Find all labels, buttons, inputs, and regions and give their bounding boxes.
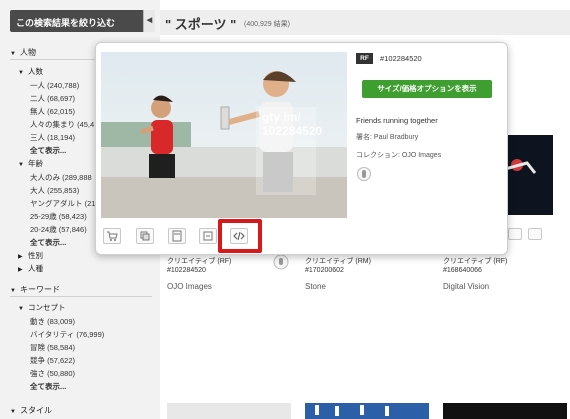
filter-item[interactable]: 20-24歳 (57,846) — [30, 224, 87, 235]
copy-icon[interactable] — [136, 228, 154, 244]
divider — [10, 296, 152, 297]
filter-item[interactable]: 強さ (50,880) — [30, 368, 75, 379]
filter-item[interactable]: 25-29歳 (58,423) — [30, 211, 87, 222]
caret-down-icon: ▼ — [10, 288, 16, 294]
result-type: クリエイティブ (RF) — [443, 258, 508, 265]
filter-item[interactable]: バイタリティ (76,999) — [30, 329, 104, 340]
result-count: (400,929 結果) — [244, 21, 290, 28]
filter-item[interactable]: 競争 (57,622) — [30, 355, 75, 366]
result-thumbnail[interactable] — [305, 403, 429, 419]
subsection-race[interactable]: ▶ 人種 — [18, 263, 43, 274]
caret-right-icon: ▶ — [18, 254, 23, 260]
caret-down-icon: ▼ — [18, 162, 24, 168]
filter-item[interactable]: ヤングアダルト (21 — [30, 198, 95, 209]
result-source[interactable]: OJO Images — [167, 282, 212, 291]
filter-item[interactable]: 冒険 (58,584) — [30, 342, 75, 353]
resize-icon[interactable] — [199, 228, 217, 244]
result-source[interactable]: Digital Vision — [443, 282, 489, 291]
save-icon[interactable] — [273, 254, 289, 270]
image-credit: 署名: Paul Bradbury — [356, 134, 419, 141]
filter-item[interactable]: 動き (83,009) — [30, 316, 75, 327]
filter-item[interactable]: 一人 (240,788) — [30, 80, 79, 91]
subsection-people-count[interactable]: ▼ 人数 — [18, 66, 43, 77]
filter-item[interactable]: 二人 (68,697) — [30, 93, 75, 104]
sidebar-header[interactable]: この検索結果を絞り込む ◀ — [10, 10, 155, 32]
caret-down-icon: ▼ — [18, 70, 24, 76]
subsection-concept[interactable]: ▼ コンセプト — [18, 302, 66, 313]
image-id: #102284520 — [380, 54, 422, 63]
caret-down-icon: ▼ — [10, 409, 16, 415]
caret-down-icon: ▼ — [10, 51, 16, 57]
calculator-icon[interactable] — [508, 228, 522, 240]
show-all-link[interactable]: 全て表示... — [30, 381, 66, 392]
filter-item[interactable]: 人々の集まり (45,4 — [30, 119, 94, 130]
result-thumbnail[interactable] — [167, 403, 291, 419]
section-keyword[interactable]: ▼ キーワード — [10, 284, 152, 295]
watermark: gty im/ 102284520 — [262, 110, 323, 138]
subsection-age[interactable]: ▼ 年齢 — [18, 158, 43, 169]
result-id: #168640066 — [443, 267, 482, 274]
chevron-left-icon[interactable]: ◀ — [143, 10, 155, 32]
section-style[interactable]: ▼ スタイル — [10, 405, 152, 416]
sidebar-header-label: この検索結果を絞り込む — [16, 18, 116, 28]
result-source[interactable]: Stone — [305, 282, 326, 291]
collection-link[interactable]: OJO Images — [402, 152, 441, 159]
cart-add-icon[interactable] — [103, 228, 121, 244]
filter-item[interactable]: 無人 (62,015) — [30, 106, 75, 117]
image-caption: Friends running together — [356, 116, 438, 125]
embed-button-highlight — [218, 219, 262, 253]
result-type: クリエイティブ (RF) — [167, 258, 232, 265]
filter-item[interactable]: 三人 (18,194) — [30, 132, 75, 143]
subsection-gender[interactable]: ▶ 性別 — [18, 250, 43, 261]
result-id: #102284520 — [167, 267, 206, 274]
resize-icon[interactable] — [528, 228, 542, 240]
result-type: クリエイティブ (RM) — [305, 258, 371, 265]
show-all-link[interactable]: 全て表示... — [30, 237, 66, 248]
filter-item[interactable]: 大人 (255,853) — [30, 185, 79, 196]
result-thumbnail[interactable] — [443, 403, 567, 419]
license-badge: RF — [356, 53, 373, 64]
result-id: #170200602 — [305, 267, 344, 274]
photographer-link[interactable]: Paul Bradbury — [374, 134, 418, 141]
calculator-icon[interactable] — [168, 228, 186, 244]
caret-down-icon: ▼ — [18, 306, 24, 312]
filter-item[interactable]: 大人のみ (289,888 — [30, 172, 92, 183]
show-all-link[interactable]: 全て表示... — [30, 145, 66, 156]
save-icon[interactable] — [357, 167, 371, 181]
image-collection: コレクション: OJO Images — [356, 152, 442, 159]
view-size-price-button[interactable]: サイズ/価格オプションを表示 — [362, 80, 492, 98]
caret-right-icon: ▶ — [18, 267, 23, 273]
page-title: " スポーツ " — [165, 17, 237, 32]
